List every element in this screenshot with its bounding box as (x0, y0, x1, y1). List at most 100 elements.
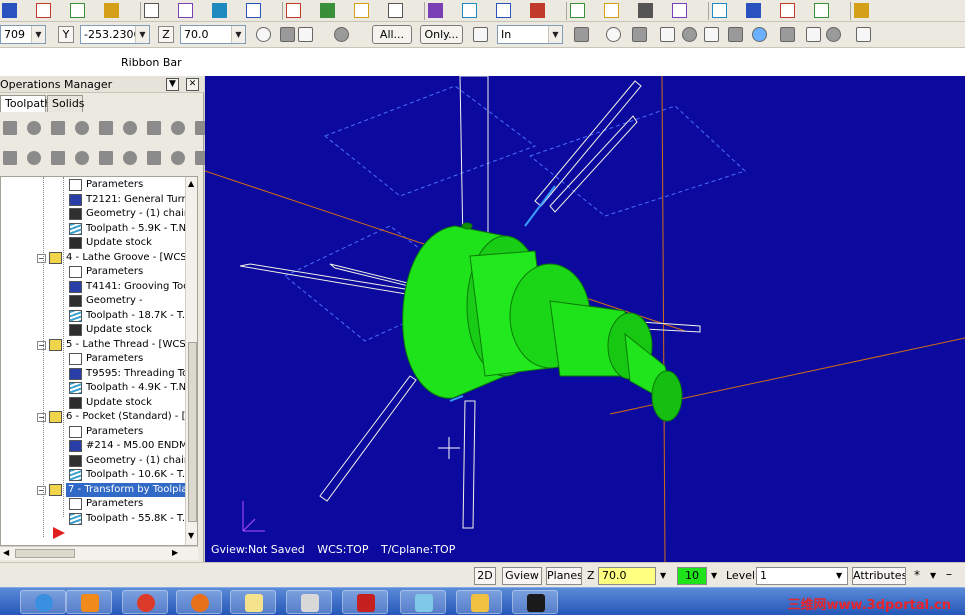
graphics-viewport[interactable]: Gview:Not Saved WCS:TOP T/Cplane:TOP (205, 76, 965, 562)
insert-arrow-up-icon[interactable] (123, 151, 137, 165)
tree-item[interactable]: Toolpath - 5.9K - T.N (69, 222, 185, 237)
point-icon[interactable] (36, 3, 51, 18)
level-field[interactable]: 1 (756, 567, 848, 585)
tree-horizontal-scrollbar[interactable]: ◀ ▶ (0, 546, 198, 560)
rotate-icon[interactable] (354, 3, 369, 18)
tree-item[interactable]: #214 - M5.00 ENDMIL (69, 439, 185, 454)
verify-icon[interactable] (780, 27, 795, 42)
select-dirty-ops-icon[interactable] (27, 121, 41, 135)
scroll-right-arrow[interactable]: ▶ (172, 548, 178, 557)
tree-vertical-scrollbar[interactable]: ▲ ▼ (185, 177, 197, 545)
warning-icon[interactable] (280, 27, 295, 42)
taskbar-button[interactable] (176, 590, 222, 614)
tree-item[interactable]: Parameters (69, 352, 185, 367)
level-label[interactable]: Level (726, 569, 755, 582)
wave-icon[interactable] (171, 151, 185, 165)
trim-icon[interactable] (428, 3, 443, 18)
analyze-icon[interactable] (570, 3, 585, 18)
tree-item[interactable]: Parameters (69, 497, 185, 512)
post-ops-icon[interactable] (147, 121, 161, 135)
tree-item[interactable]: 4 - Lathe Groove - [WCS: (49, 251, 185, 266)
line-style-dash-icon[interactable]: – (946, 567, 952, 581)
tree-item[interactable]: Geometry - (1) chain( (69, 454, 185, 469)
scroll-down-arrow[interactable]: ▼ (188, 531, 194, 540)
layer-icon[interactable] (780, 3, 795, 18)
regenerate-icon[interactable] (51, 121, 65, 135)
z-depth-dropdown[interactable]: ▼ (660, 571, 666, 580)
2d-3d-toggle-button[interactable]: 2D (474, 567, 496, 585)
tree-item[interactable]: T2121: General Turnin (69, 193, 185, 208)
selection-mode-select[interactable]: In ▼ (497, 25, 563, 44)
planes-button[interactable]: Planes (546, 567, 582, 585)
tree-item[interactable]: Toolpath - 4.9K - T.N (69, 381, 185, 396)
color-mask-icon[interactable] (298, 27, 313, 42)
taskbar-button[interactable] (400, 590, 446, 614)
select-all-button[interactable]: All... (372, 25, 412, 44)
verify-icon[interactable] (123, 121, 137, 135)
select-back-icon[interactable] (728, 27, 743, 42)
tree-item[interactable]: Toolpath - 55.8K - T.N (69, 512, 185, 527)
tree-item[interactable]: 6 - Pocket (Standard) - [V (49, 410, 185, 425)
help-icon[interactable] (856, 27, 871, 42)
undo-selection-icon[interactable] (752, 27, 767, 42)
z-depth-field[interactable]: 70.0 (598, 567, 656, 585)
y-axis-button[interactable]: Y (58, 26, 74, 43)
x-coordinate-field[interactable]: 709 ▼ (0, 25, 46, 44)
attributes-button[interactable]: Attributes (852, 567, 906, 585)
backplot-icon[interactable] (99, 121, 113, 135)
toolpath-tree[interactable]: Parameters T2121: General Turnin Geometry … (0, 176, 198, 546)
chevron-down-icon[interactable]: ▼ (548, 26, 562, 43)
z-axis-button[interactable]: Z (158, 26, 174, 43)
tab-toolpaths[interactable]: Toolpaths (0, 95, 57, 112)
regenerate-dirty-icon[interactable] (75, 121, 89, 135)
collapse-toggle-icon[interactable]: − (37, 253, 46, 263)
toggle-post-icon[interactable] (51, 151, 65, 165)
tree-item[interactable]: Update stock (69, 323, 185, 338)
highspeed-icon[interactable] (171, 121, 185, 135)
chain-select-icon[interactable] (632, 27, 647, 42)
solid-icon[interactable] (178, 3, 193, 18)
node-icon[interactable] (246, 3, 261, 18)
vector-select-icon[interactable] (606, 27, 621, 42)
select-only-button[interactable]: Only... (420, 25, 463, 44)
tab-solids[interactable]: Solids (47, 95, 85, 112)
z-coordinate-field[interactable]: 70.0 ▼ (180, 25, 246, 44)
tree-item[interactable]: T9595: Threading Too (69, 367, 185, 382)
expand-icon[interactable] (147, 151, 161, 165)
tree-item[interactable]: Geometry - (1) chain( (69, 207, 185, 222)
close-panel-button[interactable]: ✕ (186, 78, 199, 91)
fillet-icon[interactable] (144, 3, 159, 18)
taskbar-button[interactable] (20, 590, 66, 614)
taskbar-button[interactable] (342, 590, 388, 614)
lock-icon[interactable] (3, 151, 17, 165)
tree-item[interactable]: Parameters (69, 425, 185, 440)
taskbar-button[interactable] (286, 590, 332, 614)
tree-item[interactable]: Update stock (69, 396, 185, 411)
collapse-toggle-icon[interactable]: − (37, 340, 46, 350)
mirror-icon[interactable] (320, 3, 335, 18)
mesh-icon[interactable] (530, 3, 545, 18)
move-down-icon[interactable] (75, 151, 89, 165)
color-swatch[interactable]: 10 (677, 567, 707, 585)
panel-menu-button[interactable]: ▼ (166, 78, 179, 91)
taskbar-button[interactable] (66, 590, 112, 614)
tree-item[interactable]: Toolpath - 18.7K - T.N (69, 309, 185, 324)
collapse-toggle-icon[interactable]: − (37, 413, 46, 422)
taskbar-button[interactable] (122, 590, 168, 614)
scroll-left-arrow[interactable]: ◀ (3, 548, 9, 557)
color-icon[interactable] (814, 3, 829, 18)
tree-item[interactable]: 7 - Transform by Toolplan (49, 482, 185, 498)
arc-icon[interactable] (70, 3, 85, 18)
insert-arrow-icon[interactable] (53, 527, 65, 539)
break-icon[interactable] (462, 3, 477, 18)
scroll-thumb-horizontal[interactable] (15, 549, 75, 558)
level-dropdown[interactable]: ▼ (836, 571, 842, 580)
tree-item[interactable]: Update stock (69, 236, 185, 251)
solid-body-icon[interactable] (682, 27, 697, 42)
tree-item[interactable]: Parameters (69, 178, 185, 193)
move-up-icon[interactable] (99, 151, 113, 165)
scroll-up-arrow[interactable]: ▲ (188, 179, 194, 188)
tree-item[interactable]: Parameters (69, 265, 185, 280)
tree-item[interactable]: T4141: Grooving Tool (69, 280, 185, 295)
toggle-display-icon[interactable] (27, 151, 41, 165)
